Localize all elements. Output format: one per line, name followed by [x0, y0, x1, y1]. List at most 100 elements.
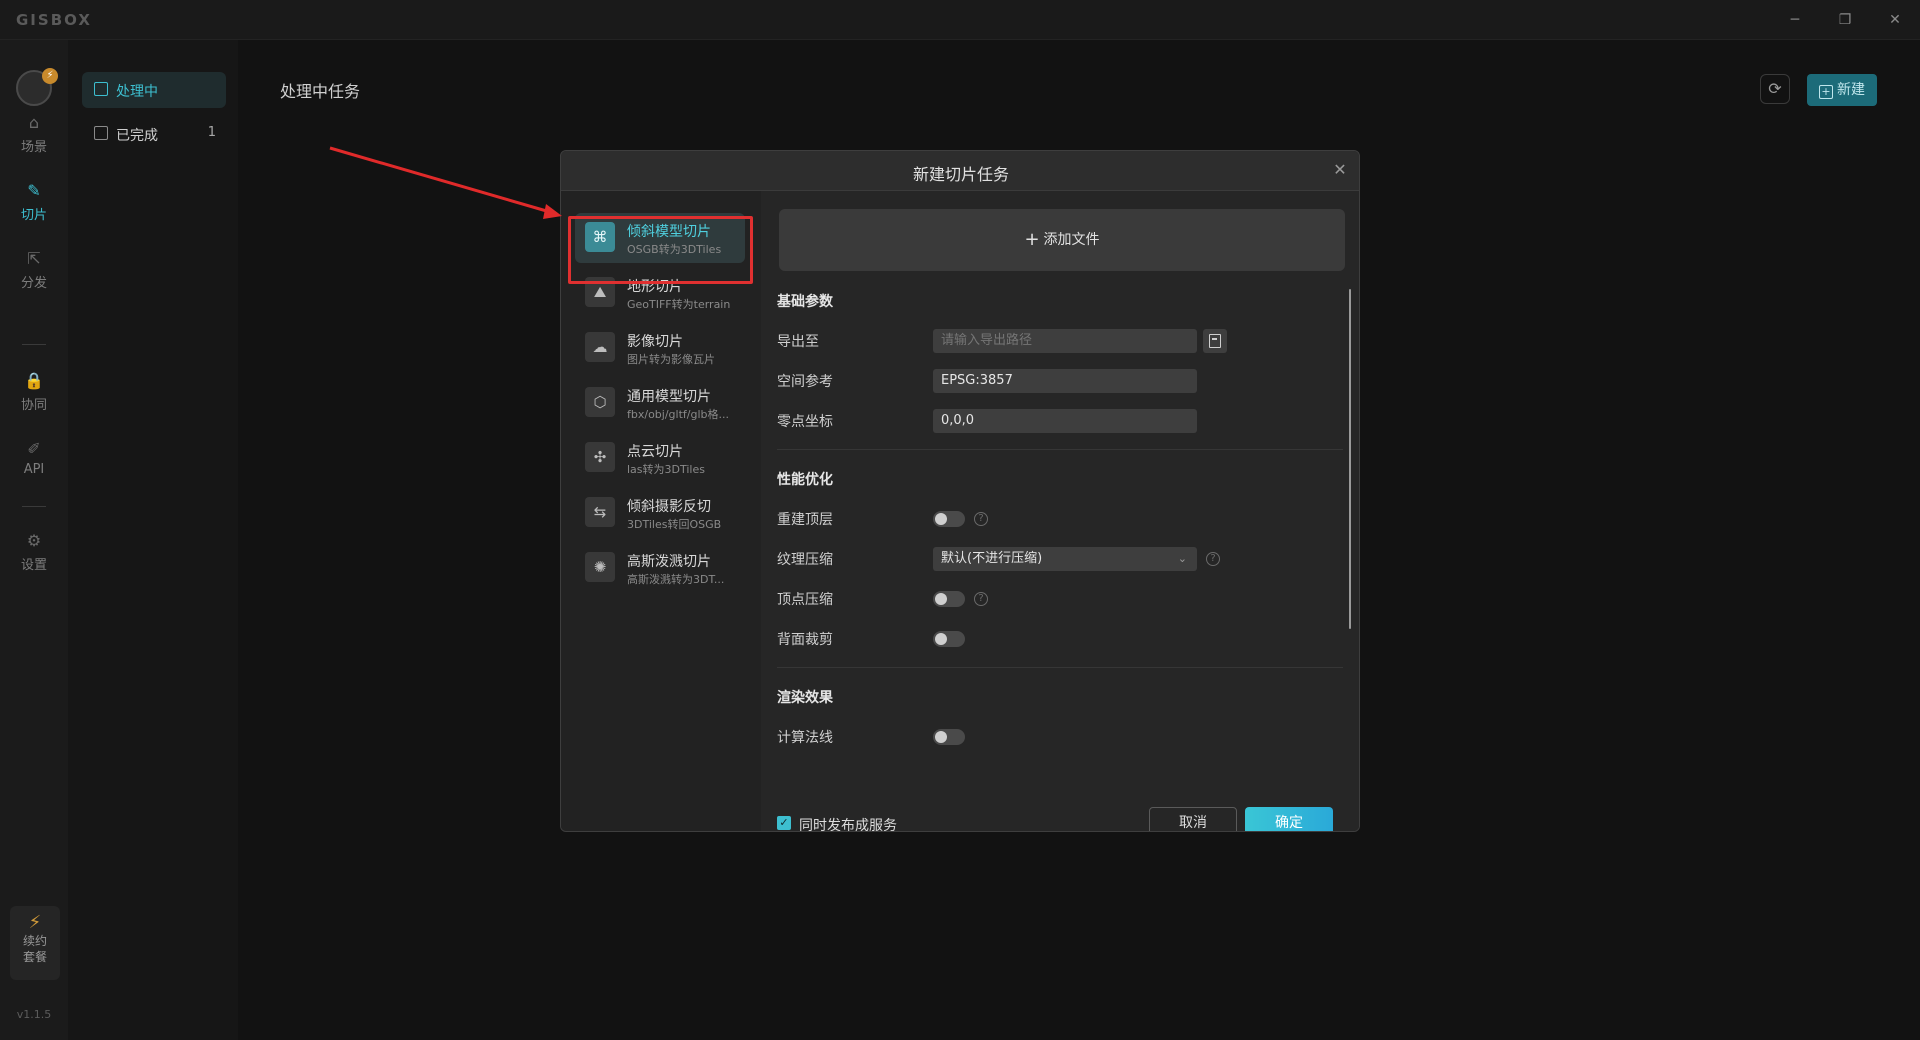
slice-type-oblique-model[interactable]: ⌘ 倾斜模型切片 OSGB转为3DTiles: [575, 213, 745, 263]
task-subnav: 处理中 已完成 1: [68, 40, 238, 1040]
help-icon[interactable]: ?: [974, 592, 988, 606]
dialog-close-button[interactable]: ✕: [1329, 159, 1351, 181]
publish-service-checkbox[interactable]: ✓: [777, 816, 791, 830]
share-icon: ⇱: [27, 249, 41, 268]
slice-type-point-cloud[interactable]: ✣ 点云切片 las转为3DTiles: [575, 433, 745, 483]
compute-normals-toggle[interactable]: [933, 729, 965, 745]
rail-item-settings[interactable]: ⚙ 设置: [0, 530, 68, 586]
subnav-item-label: 已完成: [116, 128, 158, 144]
title-bar: GISBOX ─ ❐ ✕: [0, 0, 1920, 40]
close-window-button[interactable]: ✕: [1880, 6, 1910, 34]
gear-icon: ⚙: [26, 531, 42, 550]
slice-type-name: 通用模型切片: [627, 389, 711, 405]
settings-scrollbar[interactable]: [1349, 289, 1351, 629]
backface-cull-toggle[interactable]: [933, 631, 965, 647]
slice-type-name: 倾斜摄影反切: [627, 499, 711, 515]
export-path-input[interactable]: [933, 329, 1197, 353]
toggle-knob: [935, 731, 947, 743]
subnav-item-processing[interactable]: 处理中: [82, 72, 226, 108]
renew-label-line2: 套餐: [22, 950, 47, 964]
plus-icon: +: [1819, 85, 1833, 99]
minimize-button[interactable]: ─: [1780, 6, 1810, 34]
slice-type-name: 倾斜模型切片: [627, 224, 711, 240]
maximize-button[interactable]: ❐: [1830, 6, 1860, 34]
rail-item-scene[interactable]: ⌂ 场景: [0, 112, 68, 168]
crs-field[interactable]: EPSG:3857: [933, 369, 1197, 393]
crs-label: 空间参考: [777, 374, 833, 390]
texture-compress-label: 纹理压缩: [777, 552, 833, 568]
rebuild-top-label: 重建顶层: [777, 512, 833, 528]
help-icon[interactable]: ?: [1206, 552, 1220, 566]
slice-type-gaussian-splat[interactable]: ✺ 高斯泼溅切片 高斯泼溅转为3DT...: [575, 543, 745, 593]
slice-type-name: 地形切片: [627, 279, 683, 295]
renew-plan-button[interactable]: ⚡ 续约 套餐: [10, 906, 60, 980]
oblique-model-icon: ⌘: [585, 222, 615, 252]
slice-type-name: 高斯泼溅切片: [627, 554, 711, 570]
slice-type-terrain[interactable]: ⛰ 地形切片 GeoTIFF转为terrain: [575, 268, 745, 318]
rail-item-distribute[interactable]: ⇱ 分发: [0, 248, 68, 304]
help-icon[interactable]: ?: [974, 512, 988, 526]
home-icon: ⌂: [28, 113, 40, 132]
section-divider: [777, 667, 1343, 668]
document-check-icon: [94, 126, 108, 140]
dialog-header: 新建切片任务 ✕: [561, 151, 1359, 191]
vertex-compress-toggle[interactable]: [933, 591, 965, 607]
slice-type-imagery[interactable]: ☁ 影像切片 图片转为影像瓦片: [575, 323, 745, 373]
texture-compress-select[interactable]: 默认(不进行压缩) ⌄: [933, 547, 1197, 571]
new-slice-task-dialog: 新建切片任务 ✕ ⌘ 倾斜模型切片 OSGB转为3DTiles ⛰ 地形切片 G…: [560, 150, 1360, 832]
lightning-icon: ⚡: [28, 912, 42, 933]
rail-item-label: 场景: [20, 140, 47, 155]
reverse-icon: ⇆: [585, 497, 615, 527]
chevron-down-icon: ⌄: [1177, 552, 1187, 565]
rail-item-api[interactable]: ✐ API: [0, 438, 68, 494]
page-title: 处理中任务: [280, 82, 361, 101]
slice-type-name: 影像切片: [627, 334, 683, 350]
slice-type-reverse-oblique[interactable]: ⇆ 倾斜摄影反切 3DTiles转回OSGB: [575, 488, 745, 538]
rail-item-label: API: [23, 462, 45, 477]
rail-item-label: 协同: [20, 398, 47, 413]
slice-type-desc: fbx/obj/gltf/glb格...: [627, 408, 729, 421]
new-task-button[interactable]: + 新建: [1807, 74, 1877, 106]
section-render: 渲染效果: [777, 690, 833, 706]
refresh-button[interactable]: ⟳: [1760, 74, 1790, 104]
slice-settings-panel: +添加文件 基础参数 导出至 空间参考 EPSG:3857 零点坐标 0,0,0…: [761, 191, 1359, 831]
slice-type-list: ⌘ 倾斜模型切片 OSGB转为3DTiles ⛰ 地形切片 GeoTIFF转为t…: [561, 191, 761, 831]
publish-service-label[interactable]: 同时发布成服务: [799, 815, 897, 831]
rail-item-slice[interactable]: ✎ 切片: [0, 180, 68, 236]
plus-icon: +: [1024, 229, 1040, 250]
browse-folder-button[interactable]: [1203, 329, 1227, 353]
cube-icon: ⬡: [585, 387, 615, 417]
toggle-knob: [935, 513, 947, 525]
slice-type-generic-model[interactable]: ⬡ 通用模型切片 fbx/obj/gltf/glb格...: [575, 378, 745, 428]
vertex-compress-label: 顶点压缩: [777, 592, 833, 608]
origin-field[interactable]: 0,0,0: [933, 409, 1197, 433]
slice-type-desc: GeoTIFF转为terrain: [627, 298, 731, 311]
completed-count: 1: [207, 125, 216, 140]
toggle-knob: [935, 633, 947, 645]
document-icon: [94, 82, 108, 96]
rail-item-collab[interactable]: 🔒 协同: [0, 370, 68, 426]
add-file-label: 添加文件: [1043, 232, 1100, 248]
terrain-icon: ⛰: [585, 277, 615, 307]
subnav-item-completed[interactable]: 已完成 1: [82, 116, 226, 152]
version-label: v1.1.5: [16, 1008, 52, 1021]
backface-cull-label: 背面裁剪: [777, 632, 833, 648]
section-performance: 性能优化: [777, 472, 833, 488]
app-logo: GISBOX: [16, 11, 92, 29]
slice-type-desc: 3DTiles转回OSGB: [627, 518, 722, 531]
compute-normals-label: 计算法线: [777, 730, 833, 746]
rail-item-label: 切片: [20, 208, 47, 223]
toggle-knob: [935, 593, 947, 605]
export-label: 导出至: [777, 334, 819, 350]
new-task-label: 新建: [1837, 82, 1865, 98]
rebuild-top-toggle[interactable]: [933, 511, 965, 527]
texture-compress-value: 默认(不进行压缩): [941, 551, 1043, 566]
cancel-button[interactable]: 取消: [1149, 807, 1237, 831]
api-icon: ✐: [27, 439, 41, 458]
confirm-button[interactable]: 确定: [1245, 807, 1333, 831]
rail-item-label: 设置: [20, 558, 47, 573]
add-file-button[interactable]: + 添加文件: [779, 209, 1345, 271]
lock-icon: 🔒: [24, 371, 44, 390]
slice-type-desc: 高斯泼溅转为3DT...: [627, 573, 725, 586]
point-cloud-icon: ✣: [585, 442, 615, 472]
